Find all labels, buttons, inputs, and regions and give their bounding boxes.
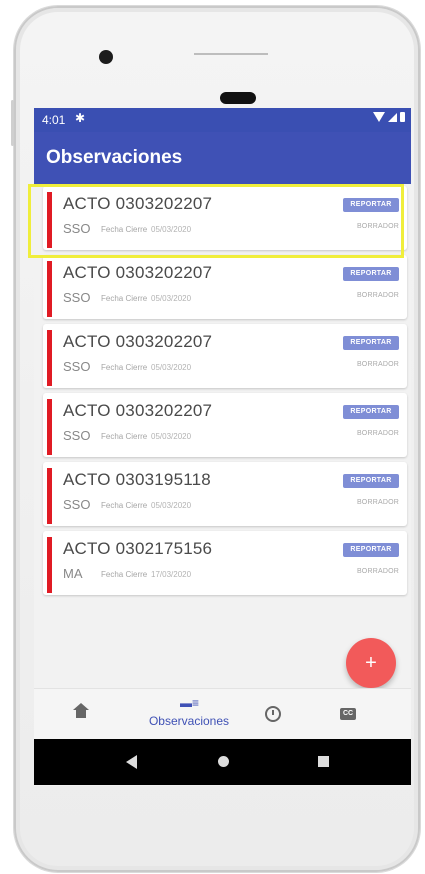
status-time: 4:01 <box>42 113 66 127</box>
wifi-icon <box>373 112 385 122</box>
card-fecha-value: 17/03/2020 <box>151 570 192 579</box>
card-estado: BORRADOR <box>356 568 399 575</box>
settings-gear-icon: ✱ <box>75 111 86 125</box>
reportar-button[interactable]: REPORTAR <box>343 474 399 488</box>
card-fecha-label: Fecha Cierre <box>101 501 148 510</box>
nav-history[interactable] <box>252 689 292 740</box>
card-acto-id: ACTO 0303202207 <box>63 263 213 282</box>
card-status-marker <box>47 468 52 524</box>
card-fecha-value: 05/03/2020 <box>151 225 192 234</box>
card-estado: BORRADOR <box>356 361 399 368</box>
card-fecha-value: 05/03/2020 <box>151 501 192 510</box>
bottom-navigation: ▬≡ Observaciones CC <box>34 688 411 740</box>
card-fecha-label: Fecha Cierre <box>101 570 148 579</box>
card-type: SSO <box>63 290 91 305</box>
phone-speaker-line <box>194 53 268 55</box>
card-fecha-label: Fecha Cierre <box>101 432 148 441</box>
observation-card[interactable]: ACTO 0302175156 MA Fecha Cierre 17/03/20… <box>43 531 407 595</box>
status-bar: 4:01 ✱ <box>34 108 411 132</box>
nav-observaciones[interactable]: ▬≡ Observaciones <box>134 689 244 740</box>
card-estado: BORRADOR <box>356 430 399 437</box>
app-bar: Observaciones <box>34 132 411 184</box>
reportar-button[interactable]: REPORTAR <box>343 405 399 419</box>
cc-icon: CC <box>340 708 356 720</box>
card-type: MA <box>63 566 83 581</box>
card-type: SSO <box>63 428 91 443</box>
nav-cc[interactable]: CC <box>328 689 368 740</box>
card-status-marker <box>47 261 52 317</box>
back-icon[interactable] <box>126 755 137 769</box>
reportar-button[interactable]: REPORTAR <box>343 267 399 281</box>
home-circle-icon[interactable] <box>218 756 229 767</box>
status-icons <box>373 112 405 122</box>
card-acto-id: ACTO 0303202207 <box>63 332 213 351</box>
card-fecha-label: Fecha Cierre <box>101 363 148 372</box>
battery-icon <box>400 112 405 122</box>
card-estado: BORRADOR <box>356 292 399 299</box>
system-navigation-bar <box>34 739 411 785</box>
cell-signal-icon <box>388 112 397 122</box>
observation-card[interactable]: ACTO 0303202207 SSO Fecha Cierre 05/03/2… <box>43 393 407 457</box>
nav-home[interactable] <box>62 689 102 740</box>
recent-apps-icon[interactable] <box>318 756 329 767</box>
front-camera <box>99 50 113 64</box>
card-fecha-value: 05/03/2020 <box>151 294 192 303</box>
card-acto-id: ACTO 0303202207 <box>63 401 213 420</box>
card-fecha-value: 05/03/2020 <box>151 432 192 441</box>
phone-side-button <box>11 100 14 146</box>
observation-card[interactable]: ACTO 0303202207 SSO Fecha Cierre 05/03/2… <box>43 186 407 250</box>
observations-icon: ▬≡ <box>180 696 200 710</box>
clock-icon <box>265 706 281 722</box>
reportar-button[interactable]: REPORTAR <box>343 543 399 557</box>
card-status-marker <box>47 537 52 593</box>
nav-observaciones-label: Observaciones <box>148 714 230 728</box>
card-estado: BORRADOR <box>356 223 399 230</box>
card-status-marker <box>47 192 52 248</box>
observation-card[interactable]: ACTO 0303202207 SSO Fecha Cierre 05/03/2… <box>43 324 407 388</box>
card-status-marker <box>47 330 52 386</box>
card-acto-id: ACTO 0302175156 <box>63 539 213 558</box>
page-title: Observaciones <box>46 147 183 168</box>
card-fecha-label: Fecha Cierre <box>101 294 148 303</box>
add-observation-button[interactable]: + <box>346 638 396 688</box>
card-acto-id: ACTO 0303195118 <box>63 470 211 489</box>
observation-card[interactable]: ACTO 0303202207 SSO Fecha Cierre 05/03/2… <box>43 255 407 319</box>
reportar-button[interactable]: REPORTAR <box>343 198 399 212</box>
card-fecha-label: Fecha Cierre <box>101 225 148 234</box>
phone-earpiece <box>220 92 256 104</box>
card-acto-id: ACTO 0303202207 <box>63 194 213 213</box>
app-screen: 4:01 ✱ Observaciones ACTO 0303202207 SSO… <box>34 108 411 786</box>
observation-card[interactable]: ACTO 0303195118 SSO Fecha Cierre 05/03/2… <box>43 462 407 526</box>
card-status-marker <box>47 399 52 455</box>
card-estado: BORRADOR <box>356 499 399 506</box>
card-fecha-value: 05/03/2020 <box>151 363 192 372</box>
card-type: SSO <box>63 221 91 236</box>
card-type: SSO <box>63 359 91 374</box>
reportar-button[interactable]: REPORTAR <box>343 336 399 350</box>
card-type: SSO <box>63 497 91 512</box>
home-icon <box>73 703 89 721</box>
